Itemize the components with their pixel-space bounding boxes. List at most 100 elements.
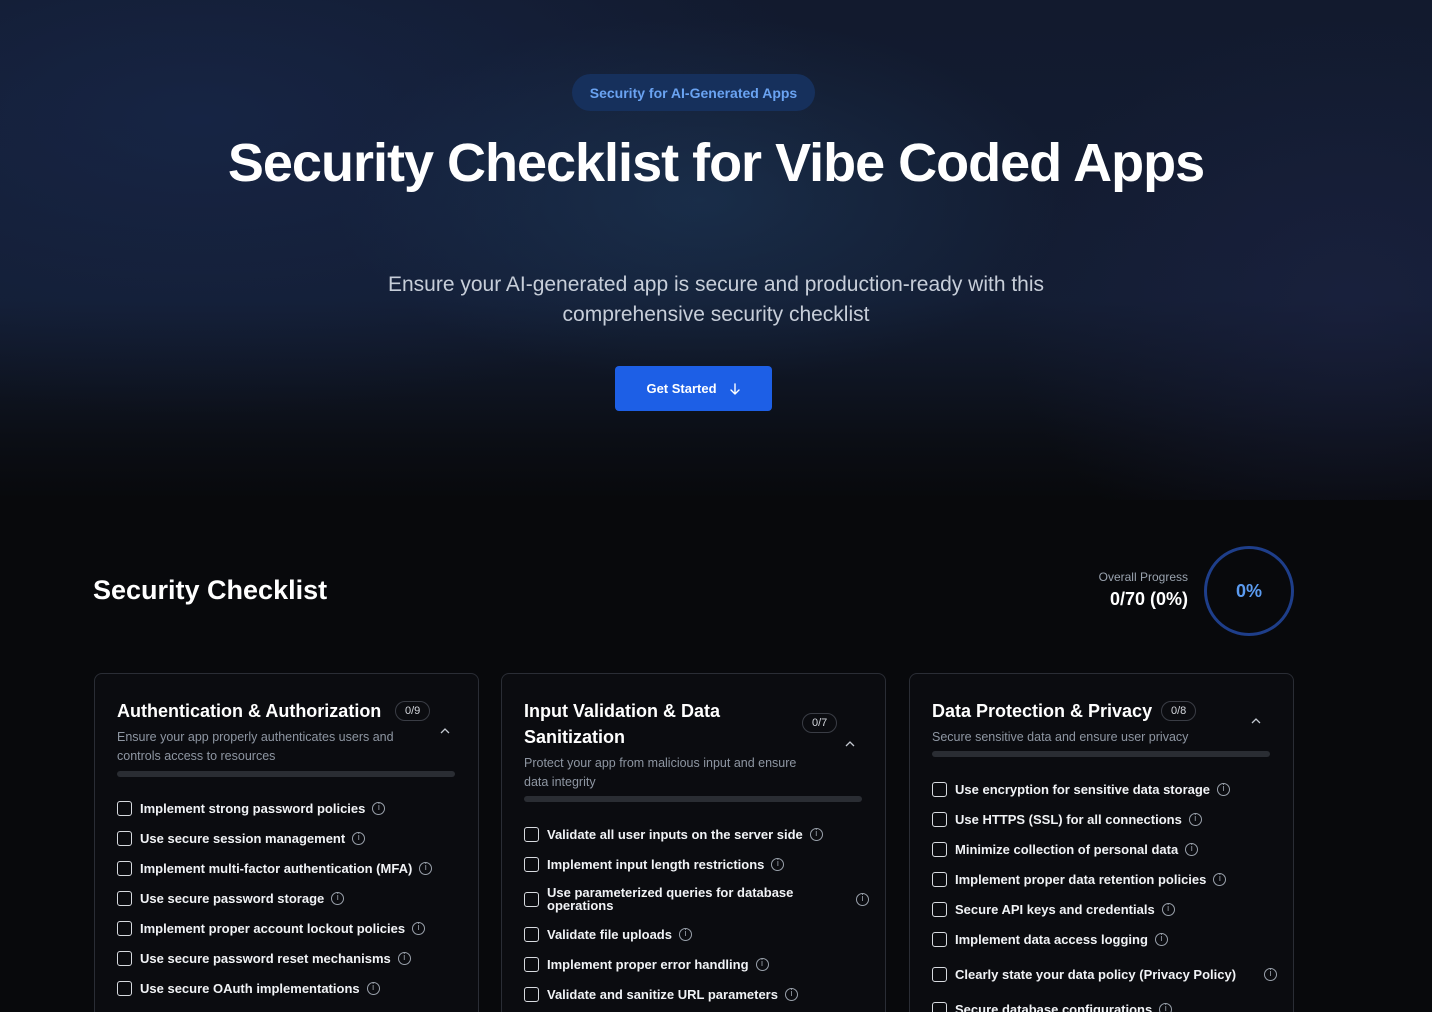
- checkbox[interactable]: [117, 860, 132, 876]
- card-items: Use encryption for sensitive data storag…: [932, 774, 1277, 1012]
- info-icon[interactable]: i: [352, 831, 366, 845]
- info-icon[interactable]: i: [412, 921, 426, 935]
- info-icon[interactable]: i: [755, 957, 769, 971]
- checklist-item[interactable]: Implement strong password policies i: [117, 793, 462, 823]
- checkbox[interactable]: [932, 781, 947, 797]
- get-started-button[interactable]: Get Started: [615, 366, 772, 411]
- card-progress-bar: [524, 796, 862, 802]
- checklist-item-label: Secure database configurations: [955, 1001, 1153, 1012]
- info-icon[interactable]: i: [372, 801, 386, 815]
- card-description: Ensure your app properly authenticates u…: [117, 730, 394, 763]
- info-icon[interactable]: i: [1217, 782, 1231, 796]
- overall-progress-label: Overall Progress: [1098, 570, 1188, 584]
- overall-progress-value: 0/70 (0%): [1109, 589, 1188, 609]
- info-icon[interactable]: i: [856, 892, 869, 906]
- hero-subtitle: Ensure your AI-generated app is secure a…: [387, 273, 1045, 326]
- checklist-item[interactable]: Use secure session management i: [117, 823, 462, 853]
- checkbox[interactable]: [932, 966, 947, 982]
- card-count-badge: 0/9: [395, 701, 431, 721]
- info-icon[interactable]: i: [1188, 812, 1202, 826]
- checklist-item-label: Secure API keys and credentials: [955, 901, 1155, 917]
- info-icon[interactable]: i: [1154, 932, 1168, 946]
- checklist-item-label: Implement proper data retention policies: [955, 871, 1207, 887]
- checklist-item[interactable]: Validate all user inputs on the server s…: [524, 819, 869, 849]
- checklist-item-label: Use secure OAuth implementations: [140, 980, 360, 996]
- info-icon[interactable]: i: [1213, 872, 1227, 886]
- checklist-item-label: Clearly state your data policy (Privacy …: [955, 966, 1237, 982]
- checkbox[interactable]: [932, 841, 947, 857]
- checklist-item-label: Use HTTPS (SSL) for all connections: [955, 811, 1182, 827]
- overall-progress-ring: 0%: [1204, 546, 1294, 636]
- info-icon[interactable]: i: [1185, 842, 1199, 856]
- chevron-up-icon[interactable]: [438, 724, 452, 738]
- checklist-item[interactable]: Validate and sanitize URL parameters i: [524, 979, 869, 1009]
- checkbox[interactable]: [117, 890, 132, 906]
- hero-title: Security Checklist for Vibe Coded Apps: [227, 133, 1205, 193]
- card-count-badge: 0/8: [1161, 701, 1197, 721]
- card-description: Secure sensitive data and ensure user pr…: [932, 730, 1189, 744]
- checklist-item-label: Validate all user inputs on the server s…: [547, 826, 803, 842]
- checkbox[interactable]: [117, 980, 132, 996]
- info-icon[interactable]: i: [1161, 902, 1175, 916]
- card-description: Protect your app from malicious input an…: [524, 756, 797, 789]
- checklist-item-label: Use secure password storage: [140, 890, 325, 906]
- checkbox[interactable]: [932, 931, 947, 947]
- card-data-protection: Data Protection & Privacy 0/8 Secure sen…: [909, 673, 1294, 1012]
- checkbox[interactable]: [932, 901, 947, 917]
- info-icon[interactable]: i: [331, 891, 345, 905]
- checkbox[interactable]: [524, 956, 539, 972]
- hero-badge: Security for AI-Generated Apps: [572, 74, 815, 111]
- checkbox[interactable]: [117, 830, 132, 846]
- info-icon[interactable]: i: [678, 927, 692, 941]
- checklist-item[interactable]: Secure API keys and credentials i: [932, 894, 1277, 924]
- checkbox[interactable]: [524, 856, 539, 872]
- card-title: Data Protection & Privacy: [932, 701, 1153, 721]
- checklist-item[interactable]: Clearly state your data policy (Privacy …: [932, 954, 1277, 994]
- checkbox[interactable]: [932, 871, 947, 887]
- checklist-item[interactable]: Implement proper error handling i: [524, 949, 869, 979]
- hero-section: Security for AI-Generated Apps Security …: [0, 0, 1432, 500]
- info-icon[interactable]: i: [809, 827, 823, 841]
- checklist-item[interactable]: Use encryption for sensitive data storag…: [932, 774, 1277, 804]
- checklist-item[interactable]: Validate file uploads i: [524, 919, 869, 949]
- checklist-item[interactable]: Implement proper data retention policies…: [932, 864, 1277, 894]
- checkbox[interactable]: [932, 1001, 947, 1012]
- chevron-up-icon[interactable]: [1249, 714, 1263, 728]
- checkbox[interactable]: [524, 891, 539, 907]
- info-icon[interactable]: i: [366, 981, 380, 995]
- checkbox[interactable]: [117, 950, 132, 966]
- checklist-item[interactable]: Use secure password reset mechanisms i: [117, 943, 462, 973]
- checklist-item[interactable]: Implement multi-factor authentication (M…: [117, 853, 462, 883]
- checklist-item[interactable]: Minimize collection of personal data i: [932, 834, 1277, 864]
- checklist-item[interactable]: Implement data access logging i: [932, 924, 1277, 954]
- info-icon[interactable]: i: [1264, 967, 1277, 981]
- info-icon[interactable]: i: [397, 951, 411, 965]
- checklist-item-label: Minimize collection of personal data: [955, 841, 1179, 857]
- checklist-item[interactable]: Implement input length restrictions i: [524, 849, 869, 879]
- checkbox[interactable]: [524, 986, 539, 1002]
- get-started-label: Get Started: [646, 381, 717, 396]
- checkbox[interactable]: [524, 926, 539, 942]
- info-icon[interactable]: i: [784, 987, 798, 1001]
- checklist-item-label: Implement input length restrictions: [547, 856, 765, 872]
- checklist-item-label: Implement data access logging: [955, 931, 1148, 947]
- checklist-item[interactable]: Use parameterized queries for database o…: [524, 879, 869, 919]
- checklist-item[interactable]: Use secure OAuth implementations i: [117, 973, 462, 1003]
- card-title: Authentication & Authorization: [117, 701, 382, 721]
- card-title: Input Validation & Data Sanitization: [524, 701, 721, 747]
- card-progress-bar: [932, 751, 1270, 757]
- info-icon[interactable]: i: [419, 861, 433, 875]
- checklist-item[interactable]: Use secure password storage i: [117, 883, 462, 913]
- checklist-item[interactable]: Secure database configurations i: [932, 994, 1277, 1012]
- checklist-item[interactable]: Implement proper account lockout policie…: [117, 913, 462, 943]
- checkbox[interactable]: [117, 920, 132, 936]
- checklist-title: Security Checklist: [93, 575, 328, 605]
- info-icon[interactable]: i: [1159, 1002, 1173, 1012]
- checkbox[interactable]: [117, 800, 132, 816]
- info-icon[interactable]: i: [771, 857, 785, 871]
- card-input-validation: Input Validation & Data Sanitization 0/7…: [501, 673, 886, 1012]
- checklist-item[interactable]: Use HTTPS (SSL) for all connections i: [932, 804, 1277, 834]
- checkbox[interactable]: [524, 826, 539, 842]
- chevron-up-icon[interactable]: [843, 737, 857, 751]
- checkbox[interactable]: [932, 811, 947, 827]
